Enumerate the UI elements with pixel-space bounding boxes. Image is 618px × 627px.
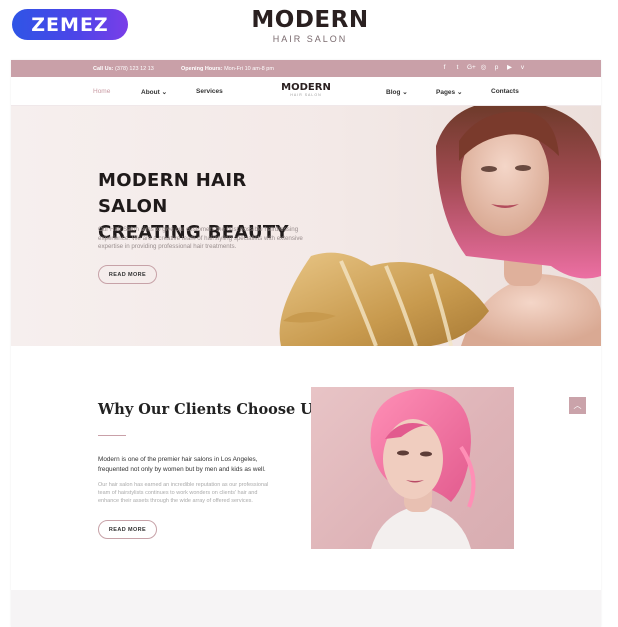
template-subtitle: HAIR SALON — [272, 34, 348, 44]
nav-blog-label: Blog — [386, 89, 401, 96]
google-plus-icon[interactable]: G+ — [467, 64, 476, 72]
nav-about[interactable]: About ⌄ — [141, 88, 167, 96]
site-preview: Call Us: (378) 123 12 13 Opening Hours: … — [11, 60, 601, 627]
nav-home[interactable]: Home — [93, 88, 110, 95]
zemez-logo[interactable]: ZEMEZ — [12, 9, 128, 40]
vimeo-icon[interactable]: v — [519, 64, 526, 72]
pinterest-icon[interactable]: p — [493, 64, 500, 72]
site-logo-title: MODERN — [281, 82, 331, 93]
portrait-image — [311, 387, 514, 549]
hours-label: Opening Hours: — [181, 66, 223, 72]
call-info: Call Us: (378) 123 12 13 — [93, 66, 154, 72]
template-brand: MODERN HAIR SALON — [250, 6, 370, 45]
template-title: MODERN — [251, 7, 369, 33]
hero-read-more-button[interactable]: READ MORE — [98, 265, 157, 284]
why-title: Why Our Clients Choose Us — [98, 401, 322, 418]
nav-contacts[interactable]: Contacts — [491, 88, 519, 95]
why-body-text: Our hair salon has earned an incredible … — [98, 482, 269, 504]
site-logo[interactable]: MODERN HAIR SALON — [281, 82, 331, 97]
nav-pages-label: Pages — [436, 89, 456, 96]
instagram-icon[interactable]: ◎ — [480, 64, 487, 72]
chevron-down-icon: ⌄ — [161, 89, 168, 96]
hero-section: MODERN HAIR SALON CREATING BEAUTY Our Ha… — [11, 106, 601, 346]
main-nav: Home About ⌄ Services MODERN HAIR SALON … — [11, 77, 601, 106]
chevron-down-icon: ⌄ — [402, 89, 408, 96]
why-read-more-button[interactable]: READ MORE — [98, 520, 157, 539]
contact-topbar: Call Us: (378) 123 12 13 Opening Hours: … — [11, 60, 601, 77]
nav-pages[interactable]: Pages ⌄ — [436, 88, 462, 96]
next-section-band — [11, 590, 601, 627]
title-divider — [98, 435, 126, 436]
portrait-photo — [370, 388, 476, 549]
twitter-icon[interactable]: t — [454, 64, 461, 72]
chevron-down-icon: ⌄ — [456, 89, 463, 96]
hero-title-line1: MODERN HAIR SALON — [98, 170, 247, 217]
nav-services[interactable]: Services — [196, 88, 223, 95]
nav-blog[interactable]: Blog ⌄ — [386, 88, 408, 96]
youtube-icon[interactable]: ▶ — [506, 64, 513, 72]
hours-info: Opening Hours: Mon-Fri 10 am-8 pm — [181, 66, 274, 72]
chevron-up-icon: ︿ — [573, 401, 582, 410]
call-label: Call Us: — [93, 66, 114, 72]
site-logo-subtitle: HAIR SALON — [290, 93, 322, 97]
hero-text: Our Hair Salon aims to give our customer… — [98, 226, 303, 251]
facebook-icon[interactable]: f — [441, 64, 448, 72]
nav-about-label: About — [141, 89, 160, 96]
why-lead-text: Modern is one of the premier hair salons… — [98, 456, 266, 473]
scroll-to-top-button[interactable]: ︿ — [569, 397, 586, 414]
social-links: f t G+ ◎ p ▶ v — [441, 64, 526, 72]
call-value[interactable]: (378) 123 12 13 — [115, 66, 154, 72]
hours-value: Mon-Fri 10 am-8 pm — [224, 66, 274, 72]
